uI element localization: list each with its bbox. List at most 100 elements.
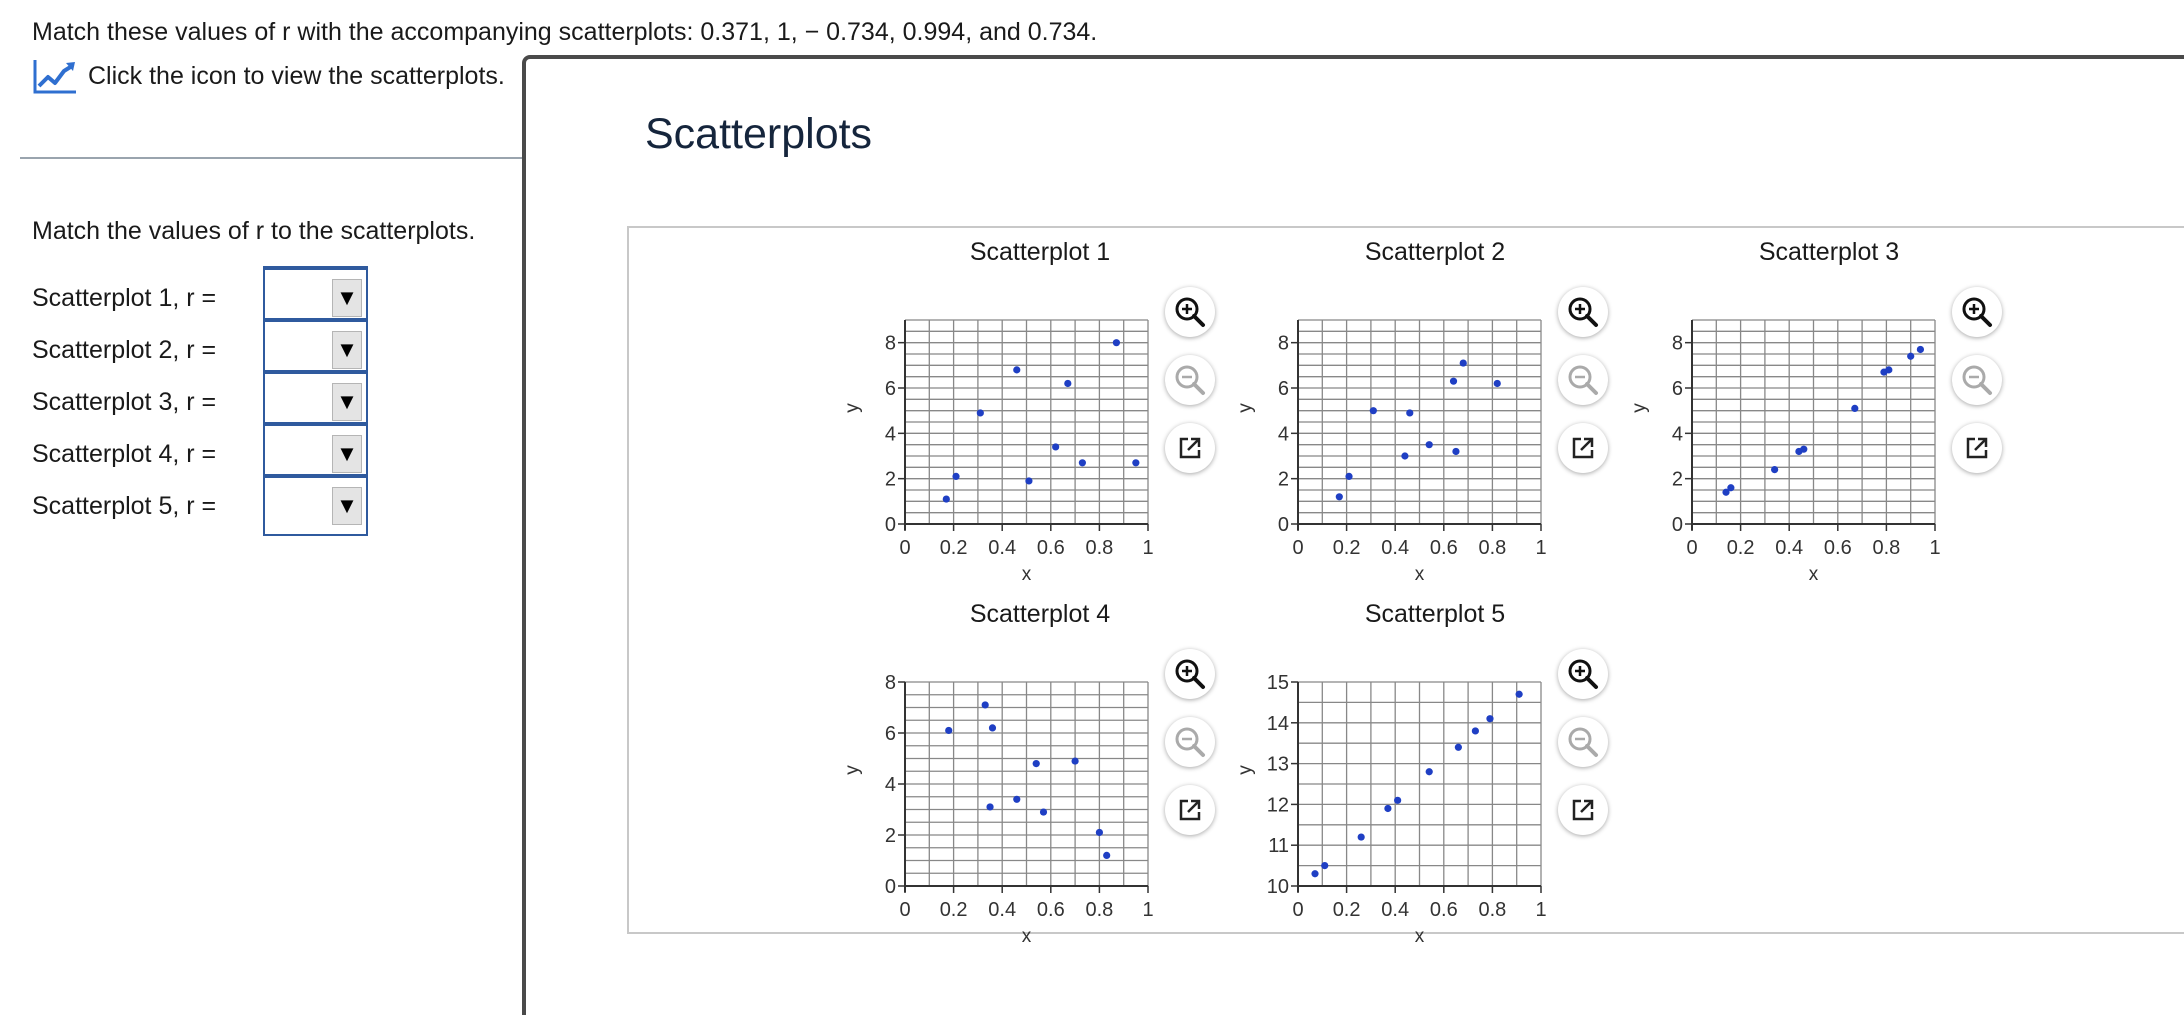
scatterplot-title: Scatterplot 3 bbox=[1758, 238, 1900, 266]
x-tick-label: 0.2 bbox=[1333, 899, 1361, 921]
zoom-out-icon bbox=[1568, 365, 1598, 395]
data-point bbox=[1800, 445, 1808, 453]
help-link-text[interactable]: Click the icon to view the scatterplots. bbox=[88, 62, 505, 91]
y-tick-label: 14 bbox=[1267, 713, 1289, 735]
scatterplot-1: 0 0.2 0.4 0.6 0.8 1 0 2 4 6 8 x y bbox=[842, 319, 1154, 585]
x-axis-label: x bbox=[1022, 926, 1032, 947]
data-point bbox=[1013, 795, 1021, 803]
y-axis-label: y bbox=[1235, 765, 1256, 775]
popout-button[interactable] bbox=[1558, 423, 1608, 473]
data-point bbox=[1345, 472, 1353, 480]
answer-row-1: Scatterplot 1, r = ▼ bbox=[32, 266, 368, 328]
data-point bbox=[1727, 484, 1735, 492]
zoom-out-button[interactable] bbox=[1558, 717, 1608, 767]
zoom-in-icon bbox=[1568, 659, 1598, 689]
data-point bbox=[1425, 768, 1433, 776]
zoom-out-button[interactable] bbox=[1558, 355, 1608, 405]
popout-button[interactable] bbox=[1558, 785, 1608, 835]
popout-button[interactable] bbox=[1952, 423, 2002, 473]
answer-row-5: Scatterplot 5, r = ▼ bbox=[32, 474, 368, 536]
zoom-out-icon bbox=[1568, 727, 1598, 757]
popout-icon bbox=[1966, 437, 1988, 459]
x-tick-label: 0.4 bbox=[1775, 537, 1803, 559]
answer-label: Scatterplot 1, r = bbox=[32, 283, 217, 312]
y-tick-label: 2 bbox=[885, 469, 896, 491]
x-axis-label: x bbox=[1415, 926, 1425, 947]
dropdown-arrow-icon[interactable]: ▼ bbox=[332, 383, 362, 421]
line-chart-icon[interactable] bbox=[32, 57, 78, 95]
data-point bbox=[986, 803, 994, 811]
y-tick-label: 11 bbox=[1268, 835, 1289, 857]
data-point bbox=[1064, 379, 1072, 388]
grid bbox=[904, 319, 1149, 525]
zoom-out-button[interactable] bbox=[1952, 355, 2002, 405]
zoom-in-button[interactable] bbox=[1558, 649, 1608, 699]
data-point bbox=[1384, 804, 1392, 813]
data-point bbox=[1452, 447, 1460, 456]
zoom-in-button[interactable] bbox=[1558, 287, 1608, 337]
zoom-out-button[interactable] bbox=[1165, 355, 1215, 405]
x-tick-label: 0.2 bbox=[940, 537, 968, 559]
y-tick-label: 8 bbox=[1672, 333, 1683, 355]
x-tick-label: 0.2 bbox=[940, 899, 968, 921]
answer-label: Scatterplot 4, r = bbox=[32, 439, 217, 468]
y-tick-label: 0 bbox=[1672, 514, 1683, 536]
dropdown-arrow-icon[interactable]: ▼ bbox=[332, 487, 362, 525]
data-point bbox=[1025, 477, 1033, 485]
x-tick-label: 1 bbox=[1142, 899, 1153, 921]
data-point bbox=[1095, 828, 1103, 837]
data-point bbox=[1885, 366, 1893, 374]
zoom-out-button[interactable] bbox=[1165, 717, 1215, 767]
zoom-in-button[interactable] bbox=[1165, 287, 1215, 337]
zoom-in-icon bbox=[1175, 297, 1205, 327]
x-tick-label: 0.4 bbox=[1381, 899, 1409, 921]
data-point bbox=[1112, 339, 1121, 347]
answer-row-3: Scatterplot 3, r = ▼ bbox=[32, 370, 368, 432]
y-axis-label: y bbox=[1629, 403, 1650, 413]
y-tick-label: 4 bbox=[1672, 423, 1683, 445]
data-point bbox=[942, 495, 950, 503]
y-tick-label: 0 bbox=[885, 514, 896, 536]
x-axis-label: x bbox=[1809, 564, 1819, 585]
dropdown-arrow-icon[interactable]: ▼ bbox=[332, 331, 362, 369]
y-tick-label: 2 bbox=[1672, 469, 1683, 491]
zoom-in-button[interactable] bbox=[1165, 649, 1215, 699]
dropdown-arrow-icon[interactable]: ▼ bbox=[332, 279, 362, 317]
data-point bbox=[1851, 404, 1859, 412]
scatterplot-4: 0 0.2 0.4 0.6 0.8 1 0 2 4 6 8 x y bbox=[842, 672, 1154, 947]
instruction-text: Match the values of r to the scatterplot… bbox=[32, 217, 476, 245]
data-point bbox=[952, 472, 960, 480]
x-tick-label: 1 bbox=[1535, 537, 1546, 559]
popout-button[interactable] bbox=[1165, 423, 1215, 473]
r-select-5[interactable]: ▼ bbox=[263, 474, 368, 536]
y-tick-label: 12 bbox=[1267, 794, 1289, 816]
answer-label: Scatterplot 3, r = bbox=[32, 387, 217, 416]
y-tick-label: 10 bbox=[1267, 876, 1289, 898]
x-tick-label: 0 bbox=[899, 537, 910, 559]
data-point bbox=[1311, 870, 1319, 878]
zoom-in-icon bbox=[1175, 659, 1205, 689]
dropdown-arrow-icon[interactable]: ▼ bbox=[332, 435, 362, 473]
y-tick-label: 2 bbox=[1278, 469, 1289, 491]
scatterplot-3: 0 0.2 0.4 0.6 0.8 1 0 2 4 6 8 x y bbox=[1629, 319, 1941, 585]
data-point bbox=[1369, 407, 1377, 415]
answer-label: Scatterplot 5, r = bbox=[32, 491, 217, 520]
x-tick-label: 0 bbox=[899, 899, 910, 921]
popout-button[interactable] bbox=[1165, 785, 1215, 835]
view-scatterplots-link[interactable]: Click the icon to view the scatterplots. bbox=[32, 56, 505, 96]
scatterplot-5: 0 0.2 0.4 0.6 0.8 1 10 11 12 13 14 15 x y bbox=[1235, 672, 1547, 947]
x-tick-label: 0 bbox=[1292, 537, 1303, 559]
zoom-in-button[interactable] bbox=[1952, 287, 2002, 337]
scatterplot-title: Scatterplot 2 bbox=[1364, 238, 1506, 266]
y-tick-label: 8 bbox=[885, 333, 896, 355]
popout-icon bbox=[1572, 799, 1594, 821]
y-tick-label: 4 bbox=[1278, 423, 1289, 445]
popout-icon bbox=[1179, 799, 1201, 821]
divider bbox=[20, 157, 525, 159]
x-tick-label: 0.2 bbox=[1727, 537, 1755, 559]
x-tick-label: 0.4 bbox=[1381, 537, 1409, 559]
x-tick-label: 0.8 bbox=[1085, 537, 1113, 559]
grid bbox=[904, 681, 1149, 887]
data-point bbox=[981, 701, 989, 709]
data-point bbox=[1052, 443, 1060, 451]
